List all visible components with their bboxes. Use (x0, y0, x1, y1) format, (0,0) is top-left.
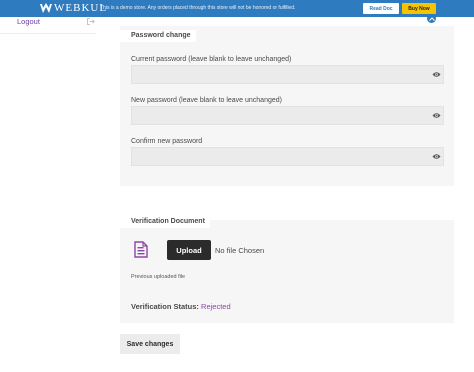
verification-status-value: Rejected (201, 302, 231, 311)
current-password-input[interactable] (131, 65, 444, 84)
password-change-heading: Password change (120, 30, 196, 42)
document-icon (134, 241, 148, 258)
eye-icon[interactable] (432, 153, 441, 160)
eye-icon[interactable] (432, 71, 441, 78)
read-doc-button[interactable]: Read Doc (363, 3, 399, 14)
demo-banner: WEBKUL This is a demo store. Any orders … (0, 0, 474, 17)
previous-file-text: Previous uploaded file (131, 274, 186, 280)
webkul-logo[interactable]: WEBKUL (40, 2, 107, 15)
verification-status: Verification Status: Rejected (131, 302, 231, 311)
sidebar-item-logout[interactable]: Logout (0, 17, 96, 34)
new-password-label: New password (leave blank to leave uncha… (131, 97, 282, 104)
logout-icon (87, 18, 95, 25)
confirm-password-label: Confirm new password (131, 138, 203, 145)
verification-document-heading: Verification Document (120, 216, 210, 228)
upload-button[interactable]: Upload (167, 240, 211, 260)
scroll-top-button[interactable] (427, 14, 436, 23)
buy-now-button[interactable]: Buy Now (402, 3, 436, 14)
save-changes-button[interactable]: Save changes (120, 334, 180, 354)
new-password-input[interactable] (131, 106, 444, 125)
verification-status-label: Verification Status: (131, 302, 199, 311)
file-status-text: No file Chosen (215, 246, 265, 255)
demo-notice: This is a demo store. Any orders placed … (100, 5, 296, 11)
current-password-label: Current password (leave blank to leave u… (131, 56, 292, 63)
sidebar-item-label: Logout (17, 17, 40, 26)
scroll-top-icon (428, 16, 435, 21)
confirm-password-input[interactable] (131, 147, 444, 166)
eye-icon[interactable] (432, 112, 441, 119)
webkul-logo-icon (40, 3, 52, 13)
